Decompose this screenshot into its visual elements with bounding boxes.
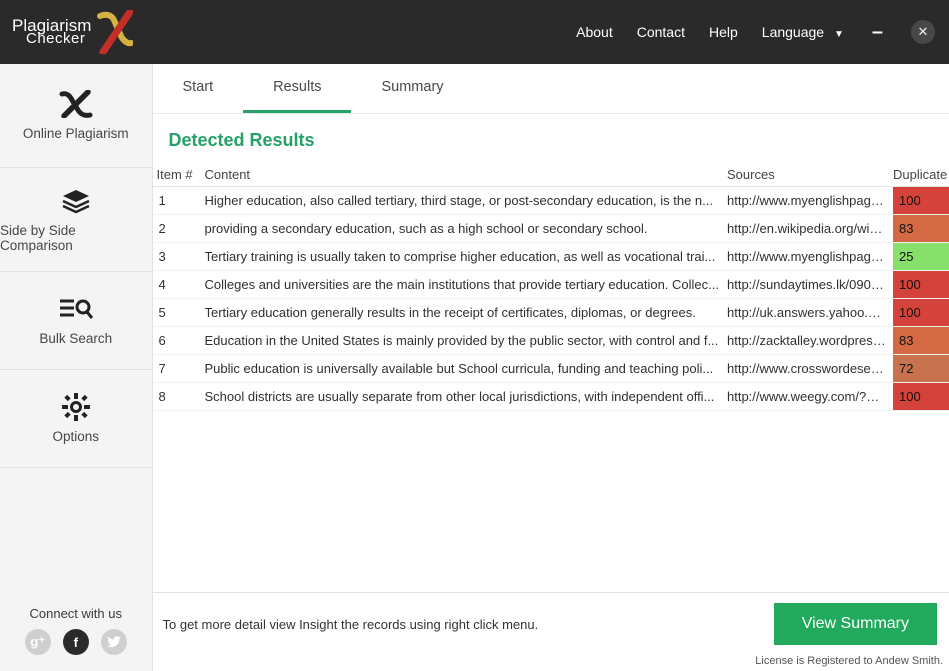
app-logo: Plagiarism Checker [12,10,133,54]
chevron-down-icon: ▼ [834,29,844,40]
view-summary-button[interactable]: View Summary [774,603,937,645]
table-row[interactable]: 4Colleges and universities are the main … [153,271,949,299]
table-row[interactable]: 7Public education is universally availab… [153,355,949,383]
col-duplicate-header: Duplicate [893,167,949,182]
cell-content: Tertiary training is usually taken to co… [205,249,728,264]
cell-duplicate-score: 83 [893,327,949,354]
sidebar-item-label: Online Plagiarism [23,126,129,141]
table-row[interactable]: 5Tertiary education generally results in… [153,299,949,327]
results-table-body: 1 Higher education, also called tertiary… [153,187,949,411]
gear-icon [57,393,95,421]
table-row[interactable]: 2providing a secondary education, such a… [153,215,949,243]
sidebar-item-options[interactable]: Options [0,370,152,468]
minimize-button[interactable]: – [868,21,887,44]
cell-source: http://www.myenglishpages... [727,249,893,264]
top-right-nav: About Contact Help Language ▼ – ✕ [576,20,935,44]
tab-bar: Start Results Summary [153,64,949,114]
logo-line-2: Checker [26,32,91,46]
language-dropdown[interactable]: Language ▼ [762,24,844,40]
cell-content: Higher education, also called tertiary, … [205,193,728,208]
cell-source: http://en.wikipedia.org/wiki... [727,221,893,236]
cell-duplicate-score: 100 [893,187,949,214]
main-panel: Start Results Summary Detected Results I… [153,64,949,671]
cell-content: providing a secondary education, such as… [205,221,728,236]
cell-content: Colleges and universities are the main i… [205,277,728,292]
license-text: License is Registered to Andew Smith. [153,653,949,671]
col-content-header: Content [205,167,728,182]
logo-x-icon [97,10,133,54]
top-bar: Plagiarism Checker About Contact Help La… [0,0,949,64]
cell-item-number: 5 [153,305,205,320]
footer-hint: To get more detail view Insight the reco… [163,617,539,632]
close-button[interactable]: ✕ [911,20,935,44]
cell-item-number: 2 [153,221,205,236]
connect-section: Connect with us g⁺ f [0,596,152,671]
cell-content: Public education is universally availabl… [205,361,728,376]
cell-source: http://uk.answers.yahoo.co... [727,305,893,320]
cell-item-number: 6 [153,333,205,348]
sidebar-item-label: Bulk Search [39,331,112,346]
cell-source: http://www.crosswordese.co... [727,361,893,376]
sidebar-item-bulk-search[interactable]: Bulk Search [0,272,152,370]
footer-bar: To get more detail view Insight the reco… [153,592,949,653]
cell-duplicate-score: 100 [893,383,949,410]
cell-item-number: 3 [153,249,205,264]
cell-content: Tertiary education generally results in … [205,305,728,320]
col-item-header: Item # [153,167,205,182]
cell-item-number: 7 [153,361,205,376]
sidebar-item-online-plagiarism[interactable]: Online Plagiarism [0,64,152,168]
cell-source: http://sundaytimes.lk/09092... [727,277,893,292]
cell-item-number: 4 [153,277,205,292]
table-row[interactable]: 8School districts are usually separate f… [153,383,949,411]
cell-duplicate-score: 100 [893,299,949,326]
cell-duplicate-score: 72 [893,355,949,382]
page-heading: Detected Results [153,114,949,167]
contact-link[interactable]: Contact [637,24,685,40]
help-link[interactable]: Help [709,24,738,40]
layers-icon [57,187,95,215]
twitter-icon[interactable] [101,629,127,655]
table-row[interactable]: 1 Higher education, also called tertiary… [153,187,949,215]
sidebar-item-side-by-side[interactable]: Side by Side Comparison [0,168,152,272]
googleplus-icon[interactable]: g⁺ [25,629,51,655]
tab-start[interactable]: Start [153,64,244,113]
cell-source: http://zacktalley.wordpress.c... [727,333,893,348]
sidebar: Online Plagiarism Side by Side Compariso… [0,64,153,671]
cell-duplicate-score: 25 [893,243,949,270]
table-row[interactable]: 3Tertiary training is usually taken to c… [153,243,949,271]
tab-results[interactable]: Results [243,64,351,113]
sidebar-item-label: Options [52,429,99,444]
cell-source: http://www.myenglishpages... [727,193,893,208]
language-label: Language [762,24,824,40]
x-icon [57,90,95,118]
cell-item-number: 1 [153,193,205,208]
list-search-icon [57,295,95,323]
connect-label: Connect with us [0,606,152,621]
cell-duplicate-score: 83 [893,215,949,242]
about-link[interactable]: About [576,24,613,40]
cell-duplicate-score: 100 [893,271,949,298]
facebook-icon[interactable]: f [63,629,89,655]
cell-content: School districts are usually separate fr… [205,389,728,404]
cell-item-number: 8 [153,389,205,404]
tab-summary[interactable]: Summary [351,64,473,113]
table-row[interactable]: 6Education in the United States is mainl… [153,327,949,355]
cell-content: Education in the United States is mainly… [205,333,728,348]
logo-text: Plagiarism Checker [12,18,91,45]
cell-source: http://www.weegy.com/?Co... [727,389,893,404]
sidebar-item-label: Side by Side Comparison [0,223,152,253]
table-header: Item # Content Sources Duplicate [153,167,949,187]
col-sources-header: Sources [727,167,893,182]
